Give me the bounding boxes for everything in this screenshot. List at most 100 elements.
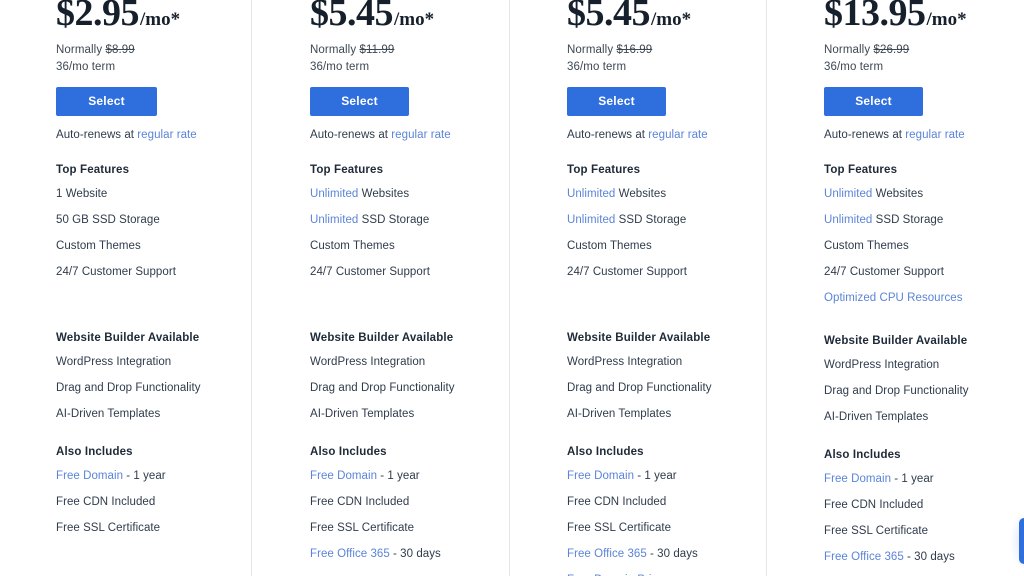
feature-text: - 1 year [123,469,166,482]
top-feature-item[interactable]: Unlimited Websites [310,187,492,202]
plan-normal-price: Normally $8.99 [56,42,234,59]
plan-price-period: /mo* [651,9,692,30]
builder-feature-item: Drag and Drop Functionality [824,384,969,397]
also-includes-item[interactable]: Free Domain - 1 year [56,469,234,484]
website-builder-group: Website Builder Available WordPress Integ… [56,332,234,422]
builder-feature-item: AI-Driven Templates [824,410,929,423]
top-feature-item[interactable]: Unlimited Websites [567,187,749,202]
plan-price: $2.95/mo* [56,0,234,34]
also-includes-item: Free CDN Included [824,498,1006,513]
plan-column-3: $13.95/mo* Normally $26.99 36/mo term Selec… [767,0,1024,576]
feature-text: Custom Themes [310,240,395,253]
feature-highlight[interactable]: Free Office 365 [310,548,390,560]
top-feature-item: 24/7 Customer Support [567,265,749,280]
feature-text: 50 GB SSD Storage [56,214,160,227]
top-features-group: Top Features Unlimited Websites Unlimited … [824,164,1006,306]
feature-text: 1 Website [56,188,108,201]
also-includes-group: Also Includes Free Domain - 1 year Free CD… [824,449,1006,576]
also-includes-item[interactable]: Free Office 365 - 30 days [567,547,749,562]
top-feature-item[interactable]: Unlimited SSD Storage [567,213,749,228]
also-includes-item[interactable]: Free Office 365 - 30 days [310,547,492,562]
select-plan-button[interactable]: Select [56,87,157,117]
top-feature-item[interactable]: Unlimited SSD Storage [310,213,492,228]
normally-price-value: $8.99 [105,43,135,56]
feature-highlight[interactable]: Free Domain [824,473,891,485]
plan-term: 36/mo term [56,60,116,73]
select-plan-button[interactable]: Select [824,87,923,117]
top-feature-item[interactable]: Optimized CPU Resources [824,291,1006,306]
feature-text: 24/7 Customer Support [56,266,176,279]
top-feature-item[interactable]: Unlimited Websites [824,187,1006,202]
auto-renew-note: Auto-renews at regular rate [56,129,234,141]
top-feature-item: 50 GB SSD Storage [56,213,234,228]
help-widget-tab[interactable] [1019,518,1024,564]
top-feature-item: 24/7 Customer Support [824,265,1006,280]
top-feature-item: Custom Themes [567,239,749,254]
feature-highlight[interactable]: Unlimited [824,214,872,226]
also-includes-item[interactable]: Free Domain - 1 year [567,469,749,484]
feature-text: Custom Themes [824,240,909,253]
normally-price-value: $11.99 [359,43,395,56]
auto-renew-text: Auto-renews at [567,129,649,142]
also-includes-item: Free CDN Included [567,495,749,510]
feature-text: - 1 year [891,472,934,485]
normally-label: Normally [310,43,360,56]
feature-highlight[interactable]: Free Domain [310,470,377,482]
also-includes-item[interactable]: Free Domain - 1 year [310,469,492,484]
select-plan-button[interactable]: Select [567,87,666,117]
feature-text: Websites [872,188,924,201]
builder-feature-item: Drag and Drop Functionality [310,381,455,394]
feature-highlight[interactable]: Free Domain [56,470,123,482]
feature-highlight[interactable]: Unlimited [567,214,615,226]
also-includes-item[interactable]: Free Domain Privacy [567,573,749,576]
feature-highlight[interactable]: Free Office 365 [824,551,904,563]
plan-normal-price: Normally $26.99 [824,42,1006,59]
auto-renew-note: Auto-renews at regular rate [310,129,492,141]
feature-highlight[interactable]: Unlimited [824,188,872,200]
website-builder-group: Website Builder Available WordPress Integ… [310,332,492,422]
auto-renew-text: Auto-renews at [824,129,906,142]
top-features-group: Top Features Unlimited Websites Unlimited … [567,164,749,280]
plan-price: $13.95/mo* [824,0,1006,34]
builder-feature-item: Drag and Drop Functionality [56,381,201,394]
also-includes-item: Free SSL Certificate [567,521,749,536]
also-includes-item: Free CDN Included [56,495,234,510]
normally-label: Normally [56,43,106,56]
feature-highlight[interactable]: Unlimited [310,214,358,226]
top-features-title: Top Features [310,164,384,177]
top-feature-item[interactable]: Unlimited SSD Storage [824,213,1006,228]
builder-feature-item: WordPress Integration [310,355,426,368]
website-builder-group: Website Builder Available WordPress Integ… [567,332,749,422]
feature-highlight[interactable]: Unlimited [567,188,615,200]
top-features-title: Top Features [567,164,641,177]
normally-label: Normally [567,43,617,56]
plan-column-1: $5.45/mo* Normally $11.99 36/mo term Select… [252,0,510,576]
top-feature-item: Custom Themes [56,239,234,254]
feature-highlight[interactable]: Unlimited [310,188,358,200]
regular-rate-link[interactable]: regular rate [905,129,964,141]
feature-text: Free SSL Certificate [567,521,672,534]
builder-feature-item: WordPress Integration [56,355,172,368]
feature-text: - 1 year [377,469,420,482]
top-feature-item: 1 Website [56,187,234,202]
feature-highlight[interactable]: Free Office 365 [567,548,647,560]
regular-rate-link[interactable]: regular rate [391,129,450,141]
top-feature-item: Custom Themes [824,239,1006,254]
regular-rate-link[interactable]: regular rate [137,129,196,141]
auto-renew-note: Auto-renews at regular rate [824,129,1006,141]
feature-text: Free CDN Included [824,498,924,511]
select-plan-button[interactable]: Select [310,87,409,117]
plan-term: 36/mo term [310,60,370,73]
also-includes-item[interactable]: Free Domain - 1 year [824,472,1006,487]
also-includes-item: Free CDN Included [310,495,492,510]
regular-rate-link[interactable]: regular rate [648,129,707,141]
also-includes-group: Also Includes Free Domain - 1 year Free CD… [310,446,492,562]
top-feature-item: 24/7 Customer Support [56,265,234,280]
top-feature-item: Custom Themes [310,239,492,254]
feature-highlight[interactable]: Free Domain [567,470,634,482]
feature-highlight[interactable]: Optimized CPU Resources [824,292,963,304]
top-features-group: Top Features Unlimited Websites Unlimited … [310,164,492,280]
also-includes-item[interactable]: Free Office 365 - 30 days [824,550,1006,565]
auto-renew-text: Auto-renews at [310,129,392,142]
